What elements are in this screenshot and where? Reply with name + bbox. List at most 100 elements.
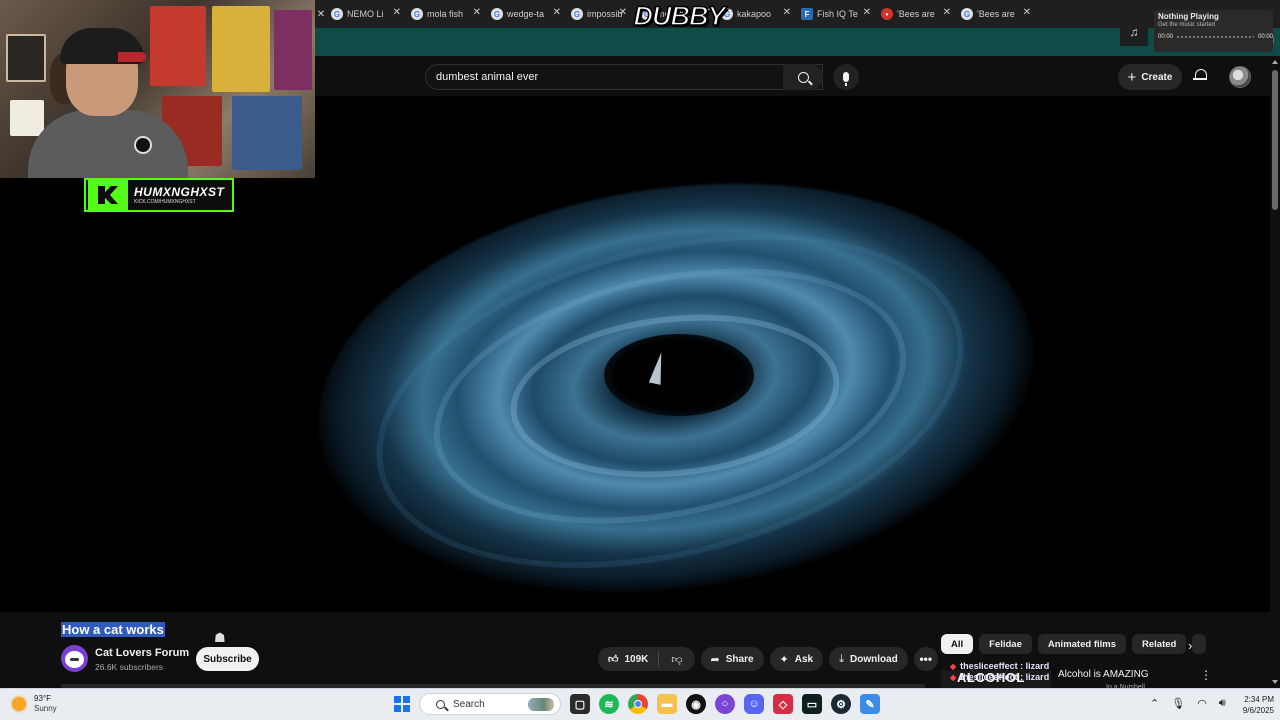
now-playing-time-start: 00:00 xyxy=(1158,34,1174,40)
browser-tab[interactable]: Gmola fish ✕ xyxy=(407,0,487,28)
fish-iq-icon: F xyxy=(801,8,813,20)
chip-felidae[interactable]: Felidae xyxy=(979,634,1032,654)
webcam-overlay xyxy=(0,0,315,178)
tray-overflow-chevron-icon[interactable]: ⌃ xyxy=(1150,697,1159,710)
google-icon: G xyxy=(491,8,503,20)
google-icon: G xyxy=(331,8,343,20)
file-explorer-icon[interactable]: ▬ xyxy=(657,694,677,714)
more-actions-button[interactable]: ••• xyxy=(913,647,938,671)
account-avatar[interactable] xyxy=(1229,66,1251,88)
weather-widget[interactable]: 93°F Sunny xyxy=(12,694,57,714)
now-playing-widget: ♫ Nothing Playing Get the music started … xyxy=(1120,10,1273,52)
now-playing-track[interactable] xyxy=(1177,36,1254,38)
browser-tab[interactable]: G NEMO Li ✕ xyxy=(327,0,407,28)
browser-tab[interactable]: Gkakapoo ✕ xyxy=(717,0,797,28)
task-view-icon[interactable]: ▢ xyxy=(570,694,590,714)
like-button[interactable]: 👍︎ 109K xyxy=(598,651,660,667)
voice-search-button[interactable] xyxy=(833,64,859,90)
tab-close-icon[interactable]: ✕ xyxy=(1023,7,1031,18)
more-vertical-icon[interactable]: ⋮ xyxy=(1200,668,1212,682)
thumbs-up-icon: 👍︎ xyxy=(608,654,619,665)
dislike-button[interactable]: 👎︎ xyxy=(659,653,694,666)
steam-icon[interactable]: ⚙ xyxy=(831,694,851,714)
system-tray: ⌃ 🎙︎ ◠ 🔊︎ xyxy=(1150,697,1226,710)
video-actions: 👍︎ 109K 👎︎ ➦ Share ✦ Ask ⤓ Download ••• xyxy=(598,647,938,671)
ask-button[interactable]: ✦ Ask xyxy=(769,647,824,671)
download-label: Download xyxy=(850,653,898,665)
search-button[interactable] xyxy=(783,64,823,90)
app-icon[interactable]: ◇ xyxy=(773,694,793,714)
microphone-tray-icon[interactable]: 🎙︎ xyxy=(1171,697,1185,710)
chip-animated-films[interactable]: Animated films xyxy=(1037,634,1126,654)
tab-close-icon[interactable]: ✕ xyxy=(553,7,561,18)
scroll-down-arrow-icon[interactable] xyxy=(1272,680,1278,684)
taskbar-clock[interactable]: 2:34 PM 9/6/2025 xyxy=(1228,694,1274,716)
create-button[interactable]: + Create xyxy=(1118,64,1182,90)
subscribe-button[interactable]: Subscribe xyxy=(196,647,259,671)
screen: HUMXNGHXST KICK.COM/HUMXNGHXST ✕ G NEMO L… xyxy=(0,0,1280,720)
windows-start-icon[interactable] xyxy=(394,696,410,712)
scroll-up-arrow-icon[interactable] xyxy=(1272,60,1278,64)
tab-close-icon[interactable]: ✕ xyxy=(619,7,627,18)
spotify-icon[interactable]: ≋ xyxy=(599,694,619,714)
share-label: Share xyxy=(725,653,754,665)
like-dislike-group: 👍︎ 109K 👎︎ xyxy=(598,647,695,671)
browser-tab[interactable]: Gimpossib ✕ xyxy=(567,0,633,28)
tab-close-icon[interactable]: ✕ xyxy=(315,9,327,20)
page-scrollbar[interactable] xyxy=(1270,56,1280,688)
browser-tab-label: Fish IQ Te xyxy=(817,9,858,19)
streamer-name: HUMXNGHXST xyxy=(134,184,225,199)
share-button[interactable]: ➦ Share xyxy=(700,647,764,671)
chip-overflow[interactable] xyxy=(1192,634,1207,654)
channel-avatar[interactable] xyxy=(61,645,88,672)
subscriber-count: 26.6K subscribers xyxy=(95,662,164,672)
clock-date: 9/6/2025 xyxy=(1242,706,1274,715)
editor-app-icon[interactable]: ✎ xyxy=(860,694,880,714)
wifi-icon[interactable]: ◠ xyxy=(1197,697,1207,710)
browser-tab-label: mola fish xyxy=(427,9,464,19)
browser-tab-label: NEMO Li xyxy=(347,9,384,19)
chat-badge-icon: ◆ xyxy=(950,662,957,671)
chip-related[interactable]: Related xyxy=(1132,634,1187,654)
music-note-icon: ♫ xyxy=(1120,18,1148,46)
tab-close-icon[interactable]: ✕ xyxy=(393,7,401,18)
tab-close-icon[interactable]: ✕ xyxy=(783,7,791,18)
search-highlight-art xyxy=(528,698,554,711)
channel-name[interactable]: Cat Lovers Forum xyxy=(95,647,189,659)
now-playing-progress: 00:00 00:00 xyxy=(1158,34,1273,40)
tab-close-icon[interactable]: ✕ xyxy=(473,7,481,18)
tab-close-icon[interactable]: ✕ xyxy=(943,7,951,18)
thumbs-down-icon: 👎︎ xyxy=(671,653,683,666)
taskbar-search-input[interactable]: Search xyxy=(419,693,561,715)
browser-tab[interactable]: F Fish IQ Te ✕ xyxy=(797,0,877,28)
search-input-value[interactable]: dumbest animal ever xyxy=(436,71,538,83)
volume-icon[interactable]: 🔊︎ xyxy=(1219,697,1226,710)
notifications-bell-icon[interactable] xyxy=(1193,68,1207,82)
browser-tab[interactable]: Gwedge-ta ✕ xyxy=(487,0,567,28)
search-icon xyxy=(436,699,445,709)
tab-close-icon[interactable]: ✕ xyxy=(863,7,871,18)
chip-all[interactable]: All xyxy=(941,634,974,654)
now-playing-info: Nothing Playing Get the music started 00… xyxy=(1154,10,1273,52)
wall-poster xyxy=(6,34,46,82)
terminal-app-icon[interactable]: ▭ xyxy=(802,694,822,714)
download-button[interactable]: ⤓ Download xyxy=(829,647,908,671)
windows-taskbar: 93°F Sunny Search ▢ ≋ ▬ ◉ ○ ☺ ◇ ▭ ⚙ ✎ ⌃ xyxy=(0,688,1280,720)
chat-message-text: thesliceeffect : lizard xyxy=(960,661,1050,671)
recommended-title[interactable]: Alcohol is AMAZING xyxy=(1058,669,1149,680)
browser-tab[interactable]: G 'Bees are ✕ xyxy=(957,0,1037,28)
chevron-right-icon[interactable]: › xyxy=(1188,638,1192,653)
now-playing-subtitle: Get the music started xyxy=(1158,22,1216,28)
chrome-icon[interactable] xyxy=(628,694,648,714)
search-input[interactable]: dumbest animal ever ✕ xyxy=(425,64,823,90)
taskbar-search-placeholder: Search xyxy=(453,698,485,710)
scrollbar-thumb[interactable] xyxy=(1272,70,1278,210)
now-playing-title: Nothing Playing xyxy=(1158,12,1219,21)
share-arrow-icon: ➦ xyxy=(710,653,720,666)
discord-icon[interactable]: ☺ xyxy=(744,694,764,714)
wall-poster xyxy=(274,10,312,90)
shirt-logo xyxy=(134,136,152,154)
streaming-app-icon[interactable]: ○ xyxy=(715,694,735,714)
obs-icon[interactable]: ◉ xyxy=(686,694,706,714)
browser-tab[interactable]: • 'Bees are ✕ xyxy=(877,0,957,28)
